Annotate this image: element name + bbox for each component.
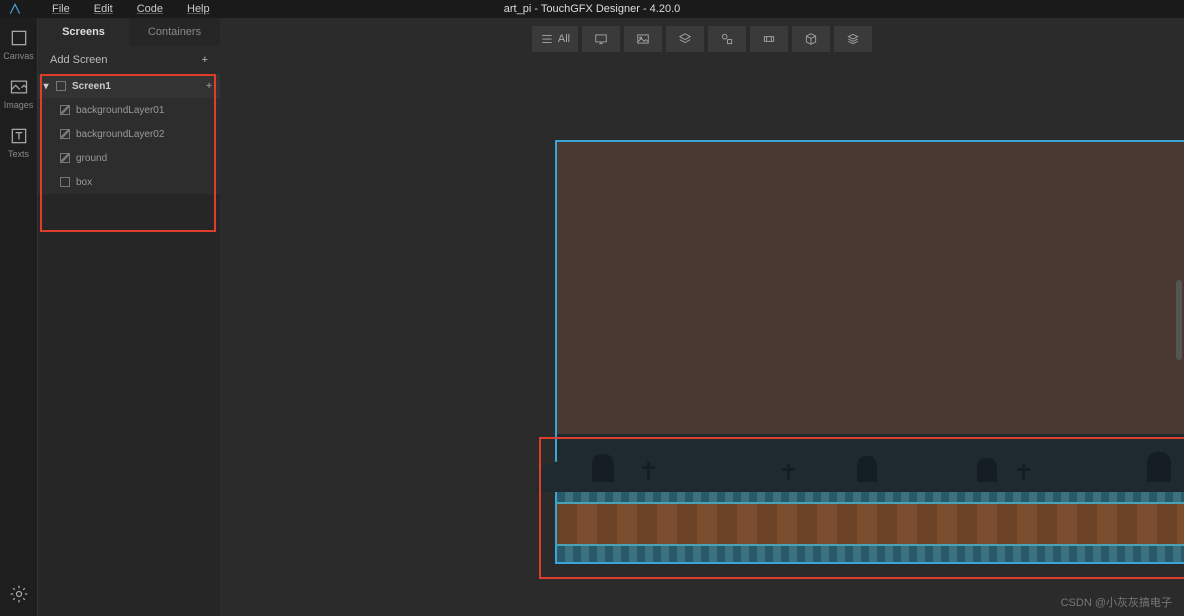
menu-edit[interactable]: Edit xyxy=(82,3,125,15)
canvas-ground-widget[interactable] xyxy=(557,434,1184,562)
screen-icon xyxy=(56,81,66,91)
tree-item-label: ground xyxy=(76,153,107,164)
tree-item[interactable]: backgroundLayer01 xyxy=(38,98,220,122)
images-icon xyxy=(9,77,29,97)
plus-icon: + xyxy=(202,54,208,66)
layers-icon xyxy=(678,32,692,46)
tree-item-label: backgroundLayer01 xyxy=(76,105,164,116)
watermark-text: CSDN @小灰灰搞电子 xyxy=(1061,594,1172,610)
gear-icon xyxy=(9,584,29,604)
image-node-icon xyxy=(60,153,70,163)
toolbar-widget-button[interactable] xyxy=(750,26,788,52)
picture-icon xyxy=(636,32,650,46)
list-icon xyxy=(540,32,554,46)
toolbar-all-button[interactable]: All xyxy=(532,26,578,52)
add-child-icon[interactable]: + xyxy=(206,81,212,92)
monitor-icon xyxy=(594,32,608,46)
toolbar-shapes-button[interactable] xyxy=(708,26,746,52)
stack-icon xyxy=(846,32,860,46)
nav-images[interactable]: Images xyxy=(5,77,33,110)
toolbar-image-button[interactable] xyxy=(624,26,662,52)
image-node-icon xyxy=(60,129,70,139)
toolbar-screen-button[interactable] xyxy=(582,26,620,52)
tree-item[interactable]: box xyxy=(38,170,220,194)
nav-texts-label: Texts xyxy=(8,149,29,159)
toolbar-all-label: All xyxy=(558,33,570,45)
vertical-scrollbar[interactable] xyxy=(1176,280,1182,360)
texts-icon xyxy=(9,126,29,146)
tree-screen-node[interactable]: ▾ Screen1 + xyxy=(38,74,220,98)
tree-screen-label: Screen1 xyxy=(72,81,111,92)
tab-containers[interactable]: Containers xyxy=(129,18,220,46)
nav-images-label: Images xyxy=(4,100,34,110)
cube-icon xyxy=(804,32,818,46)
nav-settings[interactable] xyxy=(5,584,33,604)
menu-file[interactable]: File xyxy=(40,3,82,15)
app-logo-icon xyxy=(8,2,22,16)
toolbar-stack-button[interactable] xyxy=(834,26,872,52)
menu-help[interactable]: Help xyxy=(175,3,222,15)
tree-item[interactable]: backgroundLayer02 xyxy=(38,122,220,146)
add-screen-label: Add Screen xyxy=(50,54,107,66)
image-node-icon xyxy=(60,105,70,115)
tree-item-label: box xyxy=(76,177,92,188)
canvas-icon xyxy=(9,28,29,48)
toolbar-cube-button[interactable] xyxy=(792,26,830,52)
add-screen-button[interactable]: Add Screen + xyxy=(38,46,220,74)
canvas-screen[interactable] xyxy=(555,140,1184,564)
chevron-down-icon: ▾ xyxy=(42,81,50,92)
widget-icon xyxy=(762,32,776,46)
toolbar-layers-button[interactable] xyxy=(666,26,704,52)
window-title: art_pi - TouchGFX Designer - 4.20.0 xyxy=(504,3,681,15)
box-node-icon xyxy=(60,177,70,187)
shapes-icon xyxy=(720,32,734,46)
nav-canvas[interactable]: Canvas xyxy=(5,28,33,61)
nav-canvas-label: Canvas xyxy=(3,51,34,61)
tree-item-label: backgroundLayer02 xyxy=(76,129,164,140)
menu-code[interactable]: Code xyxy=(125,3,175,15)
nav-texts[interactable]: Texts xyxy=(5,126,33,159)
tab-screens[interactable]: Screens xyxy=(38,18,129,46)
tree-item[interactable]: ground xyxy=(38,146,220,170)
